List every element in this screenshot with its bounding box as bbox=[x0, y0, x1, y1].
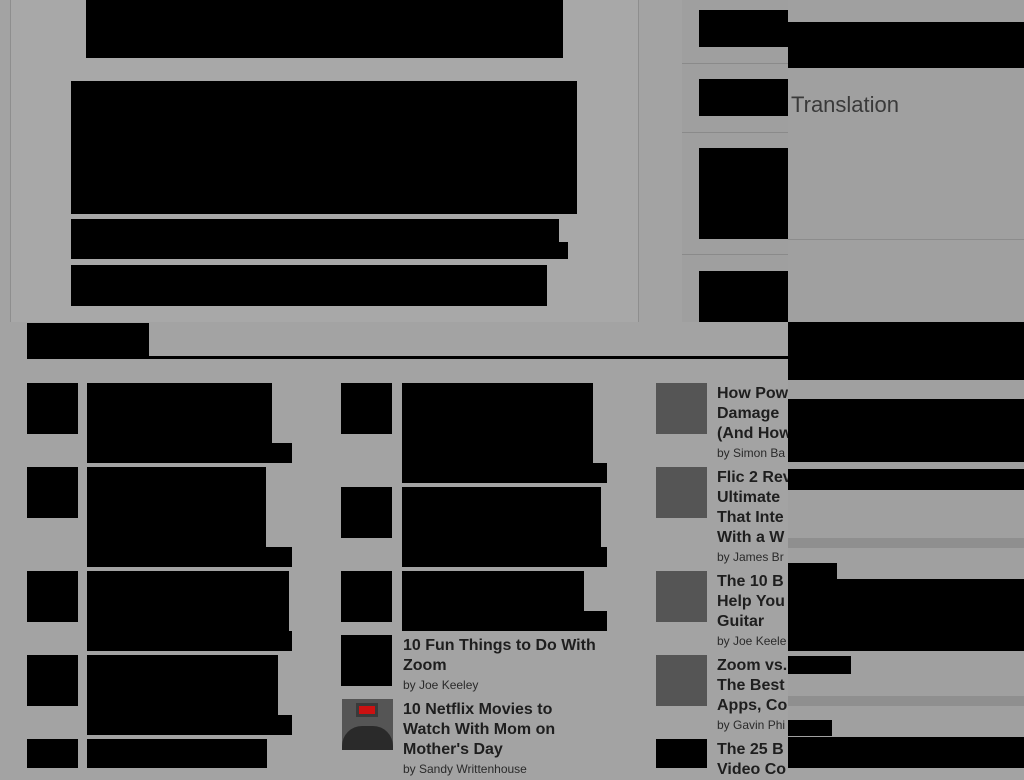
sidebar-item-redacted[interactable] bbox=[699, 79, 788, 116]
title-line[interactable]: The Best bbox=[717, 676, 787, 696]
list-item-title[interactable]: 10 Fun Things to Do With Zoom bbox=[403, 636, 596, 676]
title-line[interactable]: Help You bbox=[717, 592, 785, 612]
list-item-thumbnail[interactable] bbox=[27, 739, 78, 768]
title-line[interactable]: Ultimate bbox=[717, 488, 792, 508]
list-item-byline: by Joe Keele bbox=[717, 634, 787, 648]
title-line[interactable]: (And How bbox=[717, 424, 792, 444]
list-item-title-redacted[interactable] bbox=[87, 655, 278, 715]
list-item-thumbnail[interactable] bbox=[341, 635, 392, 686]
tv-icon bbox=[356, 703, 378, 717]
list-item-title-redacted[interactable] bbox=[402, 383, 593, 463]
list-item-byline-redacted bbox=[87, 547, 292, 567]
list-item-thumbnail[interactable] bbox=[27, 383, 78, 434]
panel-label-redacted bbox=[788, 656, 851, 674]
smart-button-thumbnail-icon[interactable] bbox=[656, 467, 707, 518]
section-title-redacted bbox=[27, 323, 149, 358]
list-item-byline: by Gavin Phi bbox=[717, 718, 786, 732]
sidebar-divider bbox=[682, 132, 788, 133]
title-line[interactable]: Flic 2 Rev bbox=[717, 468, 792, 488]
title-line[interactable]: The 25 B bbox=[717, 740, 786, 760]
netflix-thumbnail-icon[interactable] bbox=[342, 699, 393, 750]
title-line[interactable]: Zoom bbox=[403, 656, 596, 676]
list-item-title-redacted[interactable] bbox=[402, 571, 584, 611]
article-header-redacted bbox=[86, 0, 563, 58]
sidebar-item-redacted[interactable] bbox=[699, 271, 788, 322]
title-line[interactable]: Watch With Mom on bbox=[403, 720, 555, 740]
list-item-thumbnail[interactable] bbox=[27, 571, 78, 622]
list-item-byline-redacted bbox=[87, 443, 292, 463]
translation-label: Translation bbox=[791, 92, 900, 117]
title-line[interactable]: Damage bbox=[717, 404, 792, 424]
list-item-title[interactable]: 10 Netflix Movies to Watch With Mom on M… bbox=[403, 700, 555, 760]
panel-block-redacted[interactable] bbox=[788, 469, 1024, 490]
list-item-byline-redacted bbox=[402, 463, 607, 483]
list-item-thumbnail[interactable] bbox=[341, 571, 392, 622]
article-divider bbox=[638, 0, 639, 322]
title-line[interactable]: Video Co bbox=[717, 760, 786, 780]
list-item-thumbnail[interactable] bbox=[27, 655, 78, 706]
list-item-byline: by Sandy Writtenhouse bbox=[403, 762, 527, 776]
list-item-title-redacted[interactable] bbox=[87, 383, 272, 443]
list-item-byline: by Joe Keeley bbox=[403, 678, 479, 692]
title-line[interactable]: With a W bbox=[717, 528, 792, 548]
list-item-title[interactable]: Zoom vs. The Best Apps, Co bbox=[717, 656, 787, 716]
panel-block-redacted[interactable] bbox=[788, 322, 1024, 380]
left-edge bbox=[10, 0, 11, 322]
desk-thumbnail-icon[interactable] bbox=[656, 655, 707, 706]
panel-block-redacted[interactable] bbox=[788, 737, 1024, 768]
title-line[interactable]: Zoom vs. bbox=[717, 656, 787, 676]
panel-block-redacted[interactable] bbox=[788, 399, 1024, 462]
title-line[interactable]: Mother's Day bbox=[403, 740, 555, 760]
list-item-thumbnail[interactable] bbox=[656, 739, 707, 768]
skull-thumbnail-icon[interactable] bbox=[656, 383, 707, 434]
title-line[interactable]: The 10 B bbox=[717, 572, 785, 592]
people-silhouette-icon bbox=[342, 726, 393, 750]
list-item-title-redacted[interactable] bbox=[402, 487, 601, 547]
title-line[interactable]: That Inte bbox=[717, 508, 792, 528]
list-item-byline: by James Br bbox=[717, 550, 784, 564]
sidebar-divider bbox=[682, 63, 788, 64]
list-item-title-redacted[interactable] bbox=[87, 739, 267, 768]
panel-divider bbox=[788, 696, 1024, 706]
panel-divider bbox=[788, 239, 1024, 240]
panel-divider bbox=[788, 538, 1024, 548]
panel-block-redacted[interactable] bbox=[788, 579, 1024, 651]
panel-label-redacted bbox=[788, 720, 832, 736]
list-item-thumbnail[interactable] bbox=[27, 467, 78, 518]
sidebar-divider bbox=[682, 254, 788, 255]
section-rule bbox=[27, 356, 788, 359]
article-summary-redacted bbox=[71, 265, 547, 306]
list-item-byline-redacted bbox=[402, 611, 607, 631]
title-line[interactable]: Apps, Co bbox=[717, 696, 787, 716]
list-item-byline-redacted bbox=[87, 715, 292, 735]
article-image-redacted[interactable] bbox=[71, 81, 577, 214]
title-line[interactable]: 10 Netflix Movies to bbox=[403, 700, 555, 720]
list-item-title[interactable]: The 10 B Help You Guitar bbox=[717, 572, 785, 632]
list-item-byline-redacted bbox=[402, 547, 607, 567]
article-headline-tail bbox=[548, 242, 568, 259]
title-line[interactable]: Guitar bbox=[717, 612, 785, 632]
article-headline-redacted[interactable] bbox=[71, 219, 559, 259]
list-item-title-redacted[interactable] bbox=[87, 571, 289, 631]
list-item-title[interactable]: Flic 2 Rev Ultimate That Inte With a W bbox=[717, 468, 792, 548]
guitar-thumbnail-icon[interactable] bbox=[656, 571, 707, 622]
panel-header-redacted bbox=[788, 22, 1024, 68]
list-item-title[interactable]: The 25 B Video Co bbox=[717, 740, 786, 780]
list-item-title-redacted[interactable] bbox=[87, 467, 266, 547]
list-item-byline-redacted bbox=[87, 631, 292, 651]
sidebar-item-redacted[interactable] bbox=[699, 10, 788, 47]
list-item-byline: by Simon Ba bbox=[717, 446, 786, 460]
panel-label-redacted bbox=[788, 563, 837, 579]
list-item-thumbnail[interactable] bbox=[341, 487, 392, 538]
sidebar-item-redacted[interactable] bbox=[699, 148, 788, 239]
list-item-title[interactable]: How Pow Damage (And How bbox=[717, 384, 792, 444]
list-item-thumbnail[interactable] bbox=[341, 383, 392, 434]
title-line[interactable]: 10 Fun Things to Do With bbox=[403, 636, 596, 656]
title-line[interactable]: How Pow bbox=[717, 384, 792, 404]
